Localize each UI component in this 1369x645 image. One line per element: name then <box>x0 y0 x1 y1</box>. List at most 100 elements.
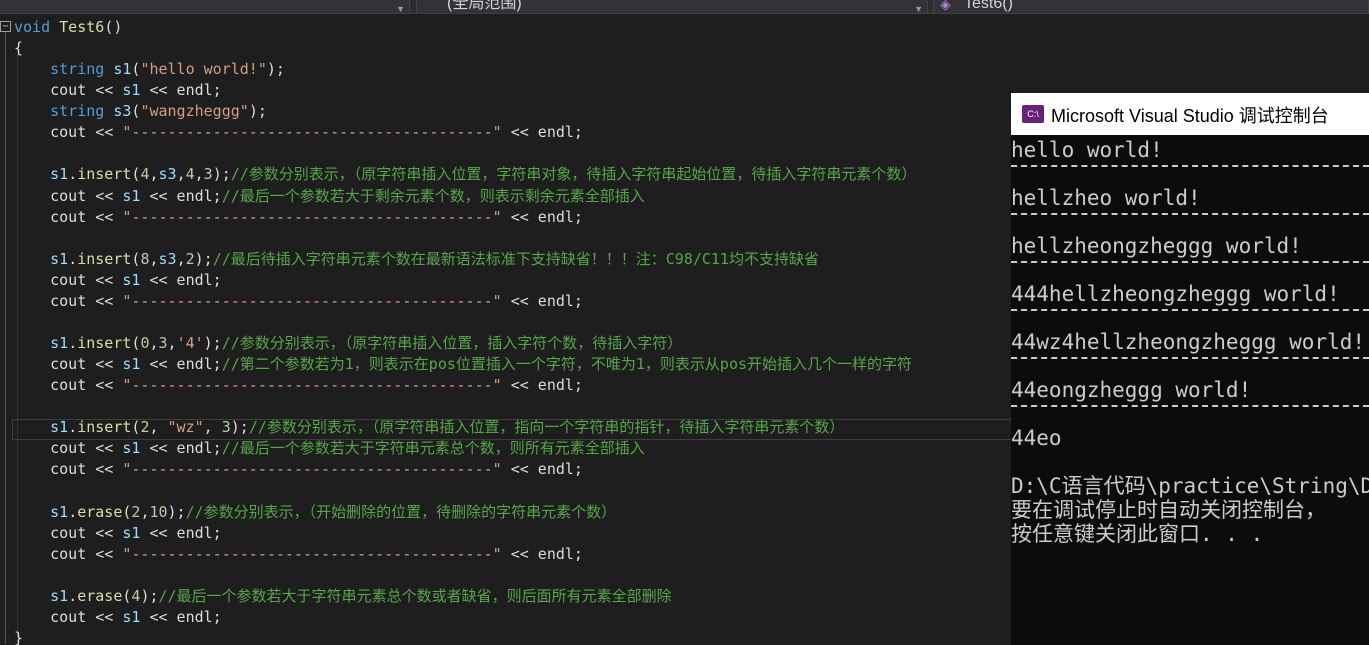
debug-console-window[interactable]: C:\ Microsoft Visual Studio 调试控制台 hello … <box>1011 93 1369 645</box>
code-token: , <box>167 334 177 353</box>
code-token: 4 <box>185 165 195 184</box>
code-token: 10 <box>149 502 168 521</box>
scope-dropdown[interactable]: (全局范围) ▼ <box>416 0 928 13</box>
console-output: hello world! hellzheo world! hellzheongzhe… <box>1011 138 1369 546</box>
function-cube-icon: ◈ <box>940 0 951 12</box>
code-token: s1 <box>122 607 141 626</box>
code-token: //第二个参数若为1，则表示在pos位置插入一个字符，不唯为1，则表示从pos开… <box>221 355 913 374</box>
code-token: << endl; <box>140 607 222 626</box>
code-token: "wangzheggg" <box>140 102 249 121</box>
code-token: string <box>50 102 105 121</box>
code-token: "wz" <box>167 418 204 437</box>
code-token: . <box>68 249 78 268</box>
code-line: s1.erase(2,10);//参数分别表示，（开始删除的位置，待删除的字符串… <box>14 502 616 523</box>
code-line: cout << s1 << endl;//第二个参数若为1，则表示在pos位置插… <box>14 354 912 375</box>
console-line: 44eongzheggg world! <box>1011 378 1252 402</box>
code-token: //最后一个参数若大于剩余元素个数，则表示剩余元素全部插入 <box>221 186 645 205</box>
code-token: "---------------------------------------… <box>122 460 502 479</box>
code-token: << endl; <box>501 544 583 563</box>
code-token: 2 <box>185 249 195 268</box>
code-token: . <box>68 418 78 437</box>
code-token: s3 <box>113 102 132 121</box>
code-token: , <box>149 249 159 268</box>
console-titlebar[interactable]: C:\ Microsoft Visual Studio 调试控制台 <box>1011 93 1369 135</box>
code-token: . <box>68 586 78 605</box>
code-token: << endl; <box>140 270 222 289</box>
code-token: . <box>68 502 78 521</box>
member-dropdown[interactable]: ◈ Test6() <box>933 0 1369 13</box>
code-token: << endl; <box>140 523 222 542</box>
code-token: cout << <box>14 607 123 626</box>
code-token: s1 <box>50 418 69 437</box>
code-token: string <box>50 60 105 79</box>
member-dropdown-label: Test6() <box>964 0 1013 12</box>
chevron-down-icon: ▼ <box>396 4 405 14</box>
code-token: << endl; <box>140 355 222 374</box>
code-token: << endl; <box>501 460 583 479</box>
code-token: << endl; <box>501 291 583 310</box>
code-token: ); <box>212 165 231 184</box>
code-token: cout << <box>14 544 123 563</box>
code-line: } <box>14 628 23 645</box>
code-token: s1 <box>50 334 69 353</box>
code-token: "---------------------------------------… <box>122 123 502 142</box>
console-title: Microsoft Visual Studio 调试控制台 <box>1051 106 1329 126</box>
code-token: << endl; <box>501 376 583 395</box>
code-line: cout << s1 << endl; <box>14 523 222 544</box>
code-token: cout << <box>14 291 123 310</box>
console-line: 按任意键关闭此窗口. . . <box>1011 522 1264 546</box>
code-token: ); <box>203 334 222 353</box>
scope-dropdown-label: (全局范围) <box>447 0 522 12</box>
code-token: //参数分别表示，（原字符串插入位置，字符串对象，待插入字符串起始位置，待插入字… <box>230 165 917 184</box>
project-dropdown[interactable]: ▼ <box>0 0 410 14</box>
code-line: cout << s1 << endl; <box>14 607 222 628</box>
code-token: cout << <box>14 376 123 395</box>
code-token: , <box>176 165 186 184</box>
console-separator <box>1011 162 1369 186</box>
fold-region-line <box>5 32 6 644</box>
code-token: insert <box>77 249 132 268</box>
code-line: cout << s1 << endl; <box>14 80 222 101</box>
code-token: cout << <box>14 81 123 100</box>
code-token: "hello world!" <box>140 60 267 79</box>
code-token: //参数分别表示，（开始删除的位置，待删除的字符串元素个数） <box>185 502 617 521</box>
code-token: "---------------------------------------… <box>122 544 502 563</box>
code-token: Test6 <box>59 18 105 36</box>
code-line: string s1("hello world!"); <box>14 59 285 80</box>
console-separator <box>1011 258 1369 282</box>
code-line: cout << s1 << endl;//最后一个参数若大于字符串元素总个数，则… <box>14 438 645 459</box>
code-token: << endl; <box>501 207 583 226</box>
code-token: , <box>149 334 159 353</box>
console-line: hello world! <box>1011 138 1163 162</box>
code-token: void <box>14 18 51 36</box>
collapse-toggle-icon[interactable]: − <box>0 21 11 32</box>
code-token: } <box>14 629 24 645</box>
console-separator <box>1011 354 1369 378</box>
code-token: ); <box>266 60 285 79</box>
code-token: insert <box>77 418 132 437</box>
console-line: 44eo <box>1011 426 1062 450</box>
code-token: , <box>194 165 204 184</box>
code-line: s1.insert(4,s3,4,3);//参数分别表示，（原字符串插入位置，字… <box>14 164 916 185</box>
code-token: cout << <box>14 207 123 226</box>
code-token: erase <box>77 502 123 521</box>
code-token: , <box>176 249 186 268</box>
code-token: ); <box>248 102 267 121</box>
console-line: hellzheo world! <box>1011 186 1201 210</box>
code-token: cout << <box>14 355 123 374</box>
code-token: 3 <box>158 334 168 353</box>
code-token: 3 <box>221 418 231 437</box>
code-token: << endl; <box>501 123 583 142</box>
code-token: s1 <box>50 586 69 605</box>
code-token: s3 <box>158 165 177 184</box>
code-token: //最后待插入字符串元素个数在最新语法标准下支持缺省！！！注：C98/C11均不… <box>212 249 819 268</box>
console-line: 44wz4hellzheongzheggg world! <box>1011 330 1366 354</box>
code-token: "---------------------------------------… <box>122 291 502 310</box>
code-token: //最后一个参数若大于字符串元素总个数，则所有元素全部插入 <box>221 439 645 458</box>
